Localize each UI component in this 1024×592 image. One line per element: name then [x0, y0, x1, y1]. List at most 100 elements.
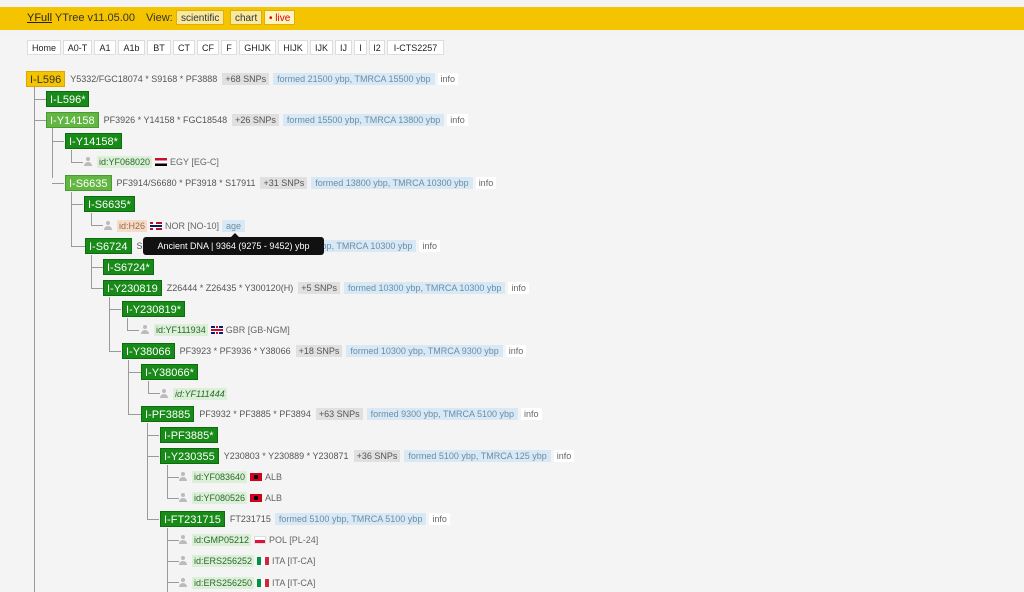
tab-i[interactable]: I — [354, 40, 367, 55]
italy-flag-icon — [257, 556, 270, 565]
info-link[interactable]: info — [553, 450, 575, 462]
haplogroup-node[interactable]: I-Y14158 — [46, 112, 99, 128]
sample-row: id:YF083640 ALB — [179, 470, 282, 483]
haplogroup-node[interactable]: I-L596* — [46, 91, 90, 107]
snp-count[interactable]: +5 SNPs — [298, 282, 340, 294]
tree-row: I-Y14158* — [65, 133, 122, 149]
info-link[interactable]: info — [429, 513, 450, 525]
info-link[interactable]: info — [419, 240, 440, 252]
snp-list: FT231715 — [229, 514, 271, 524]
tree-line — [71, 204, 83, 205]
sample-id[interactable]: id:H26 — [117, 219, 148, 232]
brand-link[interactable]: YFull — [27, 12, 52, 24]
tree-line — [91, 255, 92, 288]
ancient-dna-tooltip: Ancient DNA | 9364 (9275 - 9452) ybp — [143, 233, 324, 255]
person-icon — [84, 157, 92, 166]
info-link[interactable]: info — [437, 73, 459, 85]
info-link[interactable]: info — [505, 345, 527, 357]
tree-line — [167, 477, 179, 478]
tree-line — [91, 225, 103, 226]
tree-line — [109, 297, 110, 351]
age-button[interactable]: age — [222, 219, 246, 232]
person-icon — [179, 556, 187, 565]
snp-count[interactable]: +26 SNPs — [232, 114, 279, 126]
info-link[interactable]: info — [475, 177, 497, 189]
tree-row: I-S6635* — [84, 196, 135, 212]
haplogroup-node[interactable]: I-Y38066 — [122, 343, 175, 359]
tree-line — [128, 414, 141, 415]
version: YTree v11.05.00 — [54, 12, 136, 24]
haplogroup-node[interactable]: I-Y230355 — [160, 448, 219, 464]
sample-id[interactable]: id:YF083640 — [192, 470, 248, 483]
sample-id[interactable]: id:GMP05212 — [192, 533, 252, 546]
view-label: View: — [146, 12, 173, 24]
haplogroup-node[interactable]: I-Y230819 — [103, 280, 162, 296]
tab-f[interactable]: F — [221, 40, 237, 55]
view-scientific-button[interactable]: scientific — [176, 10, 225, 25]
person-icon — [104, 221, 112, 230]
tree-row: I-Y38066 PF3923 * PF3936 * Y38066 +18 SN… — [122, 343, 527, 359]
haplogroup-node[interactable]: I-PF3885* — [160, 427, 218, 443]
tree-line — [71, 192, 72, 246]
age-estimate: formed 21500 ybp, TMRCA 15500 ybp — [273, 73, 435, 85]
snp-list: PF3932 * PF3885 * PF3894 — [199, 409, 311, 419]
tab-i2[interactable]: I2 — [369, 40, 385, 55]
info-link[interactable]: info — [447, 114, 468, 126]
tree-line — [91, 267, 103, 268]
tree-line — [167, 561, 179, 562]
tab-ct[interactable]: CT — [173, 40, 195, 55]
sample-id[interactable]: id:ERS256250 — [192, 576, 255, 589]
age-estimate: formed 10300 ybp, TMRCA 10300 ybp — [343, 282, 506, 294]
tab-home[interactable]: Home — [27, 40, 61, 55]
sample-id[interactable]: id:YF111934 — [154, 323, 208, 336]
haplogroup-node[interactable]: I-S6635 — [65, 175, 112, 191]
haplogroup-node[interactable]: I-FT231715 — [160, 511, 225, 527]
tab-ijk[interactable]: IJK — [310, 40, 333, 55]
tree-line — [167, 582, 179, 583]
tab-i-cts2257[interactable]: I-CTS2257 — [387, 40, 444, 55]
country: ALB — [265, 492, 283, 503]
tree-line — [34, 120, 46, 121]
tree-line — [52, 141, 64, 142]
snp-count[interactable]: +18 SNPs — [295, 345, 343, 357]
sample-id[interactable]: id:YF068020 — [97, 155, 153, 168]
sample-row: id:GMP05212 POL [PL-24] — [179, 533, 318, 546]
haplogroup-node[interactable]: I-Y38066* — [141, 364, 198, 380]
italy-flag-icon — [257, 578, 270, 587]
view-chart-button[interactable]: chart — [230, 10, 263, 25]
haplogroup-node[interactable]: I-L596 — [26, 71, 66, 87]
info-link[interactable]: info — [521, 408, 542, 420]
haplogroup-node[interactable]: I-S6724 — [85, 238, 132, 254]
haplogroup-node[interactable]: I-Y230819* — [122, 301, 186, 317]
tree-line — [71, 150, 72, 162]
haplogroup-node[interactable]: I-S6724* — [103, 259, 154, 275]
view-live-button[interactable]: • live — [264, 10, 296, 25]
tree-line — [34, 87, 35, 592]
tree-row: I-L596* — [46, 91, 90, 107]
snp-count[interactable]: +31 SNPs — [260, 177, 308, 189]
tab-cf[interactable]: CF — [197, 40, 219, 55]
sample-id[interactable]: id:YF111444 — [173, 387, 227, 400]
tab-a1[interactable]: A1 — [94, 40, 116, 55]
tab-a1b[interactable]: A1b — [118, 40, 145, 55]
snp-count[interactable]: +36 SNPs — [353, 450, 401, 462]
snp-count[interactable]: +68 SNPs — [222, 73, 270, 85]
tab-ghijk[interactable]: GHIJK — [239, 40, 276, 55]
tree-row: I-FT231715 FT231715 formed 5100 ybp, TMR… — [160, 511, 450, 527]
tab-a0-t[interactable]: A0-T — [63, 40, 92, 55]
sample-id[interactable]: id:YF080526 — [192, 491, 248, 504]
tree-line — [127, 330, 139, 331]
info-link[interactable]: info — [508, 282, 529, 294]
tab-bt[interactable]: BT — [147, 40, 171, 55]
tab-ij[interactable]: IJ — [335, 40, 352, 55]
haplogroup-node[interactable]: I-Y14158* — [65, 133, 122, 149]
snp-count[interactable]: +63 SNPs — [315, 408, 363, 420]
sample-id[interactable]: id:ERS256252 — [192, 554, 255, 567]
snp-list: PF3923 * PF3936 * Y38066 — [179, 346, 291, 356]
snp-list: PF3914/S6680 * PF3918 * S17911 — [116, 178, 256, 188]
tab-hijk[interactable]: HIJK — [278, 40, 308, 55]
tree-line — [52, 183, 64, 184]
haplogroup-node[interactable]: I-PF3885 — [141, 406, 195, 422]
tree-row: I-Y38066* — [141, 364, 198, 380]
haplogroup-node[interactable]: I-S6635* — [84, 196, 135, 212]
